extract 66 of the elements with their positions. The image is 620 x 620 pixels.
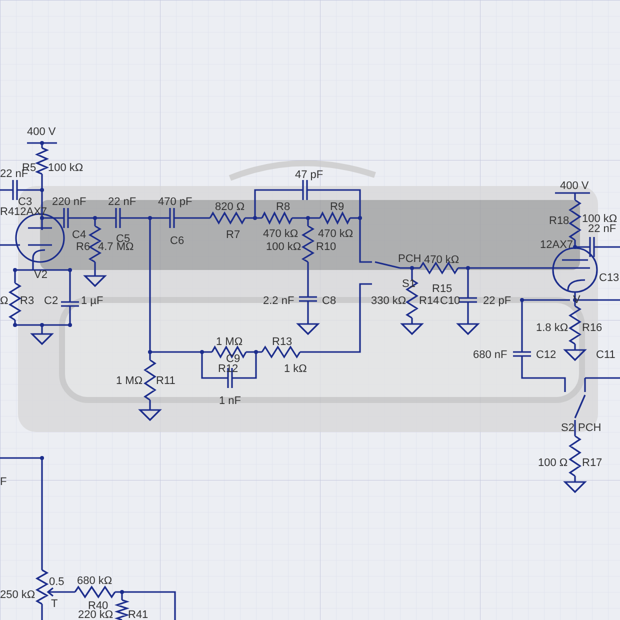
component-label: R14 [419,295,440,307]
component-label: PCH [578,422,602,434]
component-label: C4 [72,229,86,241]
component-label: Ω [0,295,8,307]
component-label: R41 [128,609,148,620]
component-label: R11 [156,375,176,387]
component-label: 400 V [560,180,589,192]
component-label: C9 [226,353,240,365]
component-label: R7 [226,229,240,241]
component-label: T [51,598,58,610]
component-label: 680 kΩ [77,575,112,587]
component-label: 470 kΩ [318,228,354,240]
component-label: 4.7 MΩ [98,241,134,253]
component-label: C10 [440,295,460,307]
component-label: R16 [582,322,602,334]
component-label: S1 [402,278,416,290]
component-label: R9 [330,201,344,213]
component-label: R3 [20,295,34,307]
component-label: C13 [599,272,620,284]
component-label: R12 [218,363,238,375]
component-label: 1 MΩ [116,375,143,387]
component-label: 22 nF [588,223,616,235]
component-label: V [573,294,580,306]
component-label: 330 kΩ [371,295,406,307]
component-label: C2 [44,295,58,307]
component-label: 47 pF [295,169,324,181]
component-label: R10 [316,241,336,253]
component-label: 680 nF [473,349,508,361]
component-label: 250 kΩ [0,589,36,601]
component-label: 1 µF [81,295,104,307]
component-label: 820 Ω [215,201,245,213]
component-label: C8 [322,295,336,307]
component-label: C6 [170,235,184,247]
component-label: 22 nF [108,196,136,208]
component-label: R6 [76,241,90,253]
component-label: R13 [272,336,292,348]
component-label: R17 [582,457,602,469]
component-label: R18 [549,215,570,227]
component-label: 1.8 kΩ [536,322,568,334]
component-label: 2.2 nF [263,295,294,307]
component-label: 100 kΩ [266,241,302,253]
component-label: 100 kΩ [48,162,84,174]
component-label: S2 [561,422,574,434]
component-label: 12AX7 [540,239,574,251]
component-label: 1 nF [219,395,242,407]
component-label: 220 kΩ [78,609,114,620]
component-label: 470 pF [158,196,192,208]
component-label: C3 [18,196,32,208]
component-label: 100 kΩ [582,213,618,225]
component-label: 470 kΩ [424,254,460,266]
component-label: 400 V [27,126,56,138]
component-label: R8 [276,201,290,213]
component-label: 470 kΩ [263,228,298,240]
component-label: C11 [596,349,616,361]
component-label: V2 [34,269,48,281]
component-label: R4 [0,206,14,218]
component-label: 1 MΩ [216,336,243,348]
component-label: 22 pF [483,295,512,307]
component-label: C12 [536,349,556,361]
component-label: F [0,476,7,488]
component-label: 0.5 [49,576,64,588]
component-label: 220 nF [52,196,86,208]
component-label: R15 [432,283,452,295]
component-label: 100 Ω [538,457,568,469]
component-label: PCH [398,253,422,265]
component-label: 1 kΩ [284,363,307,375]
